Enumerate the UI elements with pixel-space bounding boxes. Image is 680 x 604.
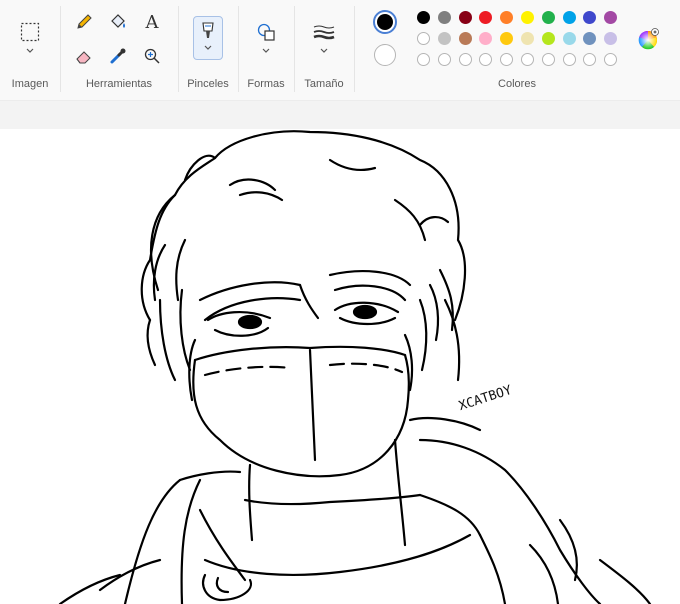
custom-color-slot[interactable] <box>521 53 534 66</box>
custom-color-slot[interactable] <box>479 53 493 66</box>
color-wheel-icon <box>638 28 659 50</box>
palette-color-swatch[interactable] <box>562 32 576 45</box>
palette-color-swatch[interactable] <box>437 32 451 45</box>
palette-color-swatch[interactable] <box>479 11 493 24</box>
palette-color-swatch[interactable] <box>479 32 493 45</box>
palette-color-swatch[interactable] <box>500 11 514 24</box>
palette-color-swatch[interactable] <box>541 11 555 24</box>
palette-color-swatch[interactable] <box>562 11 576 24</box>
custom-color-slot[interactable] <box>458 53 472 66</box>
palette-color-swatch[interactable] <box>417 11 430 24</box>
eraser-tool[interactable] <box>72 44 96 68</box>
sketch-drawing <box>58 130 652 604</box>
brushes-button[interactable] <box>193 16 223 60</box>
chevron-down-icon[interactable] <box>26 46 34 56</box>
group-label-brushes: Pinceles <box>187 78 229 90</box>
group-label-image: Imagen <box>11 78 49 90</box>
palette-color-swatch[interactable] <box>437 11 451 24</box>
pencil-tool[interactable] <box>72 10 96 34</box>
eyedropper-icon <box>110 48 126 64</box>
secondary-color[interactable] <box>374 44 396 66</box>
palette-color-swatch[interactable] <box>458 32 472 45</box>
group-label-size: Tamaño <box>304 78 344 90</box>
brush-icon <box>202 22 214 38</box>
palette-color-swatch[interactable] <box>541 32 555 45</box>
custom-color-slot[interactable] <box>500 53 514 66</box>
edit-colors-button[interactable] <box>638 28 660 50</box>
group-label-colors: Colores <box>498 78 536 90</box>
chevron-down-icon[interactable] <box>320 46 328 56</box>
custom-color-slot[interactable] <box>583 53 597 66</box>
magnifier-tool[interactable] <box>140 44 164 68</box>
shapes-button[interactable] <box>254 20 278 44</box>
palette-color-swatch[interactable] <box>521 32 534 45</box>
color-picker-tool[interactable] <box>106 44 130 68</box>
custom-color-slot[interactable] <box>437 53 451 66</box>
palette-color-swatch[interactable] <box>417 32 430 45</box>
status-strip <box>0 100 680 130</box>
drawing-canvas[interactable]: XCATBOY <box>0 129 680 604</box>
custom-color-slot[interactable] <box>417 53 430 66</box>
palette-color-swatch[interactable] <box>500 32 514 45</box>
pencil-icon <box>77 14 92 29</box>
magnifier-icon <box>144 48 160 64</box>
palette-color-swatch[interactable] <box>458 11 472 24</box>
custom-color-slot[interactable] <box>562 53 576 66</box>
custom-color-slot[interactable] <box>604 53 618 66</box>
chevron-down-icon <box>204 45 212 50</box>
selection-tool[interactable] <box>18 20 42 44</box>
primary-color[interactable] <box>373 10 397 34</box>
eraser-icon <box>76 51 91 64</box>
size-button[interactable] <box>312 20 336 44</box>
group-label-shapes: Formas <box>247 78 285 90</box>
palette-color-swatch[interactable] <box>521 11 534 24</box>
group-label-tools: Herramientas <box>85 78 153 90</box>
palette-color-swatch[interactable] <box>604 11 618 24</box>
stroke-size-icon <box>313 25 335 40</box>
fill-bucket-icon <box>111 14 125 28</box>
palette-color-swatch[interactable] <box>583 11 597 24</box>
text-icon: A <box>145 11 159 33</box>
fill-tool[interactable] <box>106 10 130 34</box>
chevron-down-icon[interactable] <box>262 46 270 56</box>
palette-color-swatch[interactable] <box>583 32 597 45</box>
palette-color-swatch[interactable] <box>604 32 618 45</box>
ribbon-toolbar: Imagen A Herramientas Pinceles Formas Ta… <box>0 0 680 100</box>
shapes-icon <box>257 23 275 41</box>
custom-color-slot[interactable] <box>541 53 555 66</box>
text-tool[interactable]: A <box>140 10 164 34</box>
dashed-rectangle-selection-icon <box>20 22 40 42</box>
